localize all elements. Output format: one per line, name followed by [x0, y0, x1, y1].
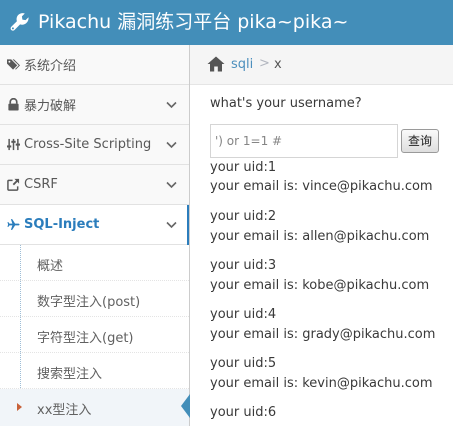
share-square-icon	[7, 178, 20, 191]
result-email: your email is: vince@pikachu.com	[210, 179, 433, 194]
breadcrumb-current: x	[274, 57, 282, 72]
result-uid: your uid:2	[210, 209, 277, 224]
sidebar-item-brute-force[interactable]: 暴力破解	[0, 85, 189, 125]
submenu-item-xx[interactable]: xx型注入	[0, 389, 189, 426]
breadcrumb: sqli > x	[190, 45, 453, 85]
sidebar-item-label: SQL-Inject	[24, 217, 100, 232]
active-item-pointer	[181, 394, 190, 418]
main-content: what's your username? ') or 1=1 # 查询 you…	[190, 85, 453, 426]
result-uid: your uid:5	[210, 356, 277, 371]
submenu-item-string-get[interactable]: 字符型注入(get)	[0, 317, 189, 353]
sql-inject-submenu: 概述 数字型注入(post) 字符型注入(get) 搜索型注入 xx型注入	[0, 245, 189, 426]
active-bullet-icon	[17, 403, 22, 411]
username-question: what's your username?	[210, 96, 362, 111]
username-input[interactable]: ') or 1=1 #	[210, 124, 398, 158]
chevron-down-icon	[166, 181, 177, 189]
sidebar-item-label: 系统介绍	[24, 59, 77, 74]
sidebar-item-system-intro[interactable]: 系统介绍	[0, 45, 189, 85]
submenu-item-numeric-post[interactable]: 数字型注入(post)	[0, 281, 189, 317]
plane-icon	[7, 219, 20, 230]
top-navbar: Pikachu 漏洞练习平台 pika~pika~	[0, 0, 453, 45]
query-button[interactable]: 查询	[401, 129, 439, 153]
tags-icon	[7, 59, 20, 70]
submenu-item-label: 数字型注入(post)	[37, 295, 141, 310]
chevron-down-icon	[166, 221, 177, 229]
sidebar: 系统介绍 暴力破解 Cross-Site Scripting CSRF SQL-…	[0, 45, 190, 426]
result-uid: your uid:1	[210, 160, 277, 175]
submenu-item-label: 字符型注入(get)	[37, 331, 134, 346]
app-title: Pikachu 漏洞练习平台 pika~pika~	[38, 11, 349, 33]
result-email: your email is: kevin@pikachu.com	[210, 376, 433, 391]
wrench-icon	[10, 13, 29, 31]
lock-icon	[8, 98, 19, 111]
result-email: your email is: allen@pikachu.com	[210, 229, 430, 244]
submenu-item-label: 概述	[37, 259, 64, 274]
result-email: your email is: grady@pikachu.com	[210, 327, 436, 342]
brand[interactable]: Pikachu 漏洞练习平台 pika~pika~	[10, 9, 348, 35]
sidebar-item-label: 暴力破解	[24, 99, 77, 114]
sidebar-item-label: Cross-Site Scripting	[24, 137, 152, 152]
result-uid: your uid:3	[210, 258, 277, 273]
sidebar-item-csrf[interactable]: CSRF	[0, 165, 189, 205]
result-email: your email is: kobe@pikachu.com	[210, 278, 430, 293]
chevron-down-icon	[166, 101, 177, 109]
result-uid: your uid:4	[210, 307, 277, 322]
sidebar-item-label: CSRF	[24, 177, 58, 192]
submenu-item-overview[interactable]: 概述	[0, 245, 189, 281]
chevron-down-icon	[166, 141, 177, 149]
sidebar-item-sql-inject[interactable]: SQL-Inject	[0, 205, 189, 245]
sidebar-item-xss[interactable]: Cross-Site Scripting	[0, 125, 189, 165]
breadcrumb-separator: >	[259, 56, 270, 71]
submenu-item-label: 搜索型注入	[37, 367, 103, 382]
home-icon[interactable]	[207, 56, 225, 72]
breadcrumb-link-sqli[interactable]: sqli	[231, 57, 253, 72]
result-uid: your uid:6	[210, 405, 277, 420]
submenu-item-search[interactable]: 搜索型注入	[0, 353, 189, 389]
submenu-item-label: xx型注入	[37, 403, 92, 418]
sliders-icon	[7, 138, 20, 151]
